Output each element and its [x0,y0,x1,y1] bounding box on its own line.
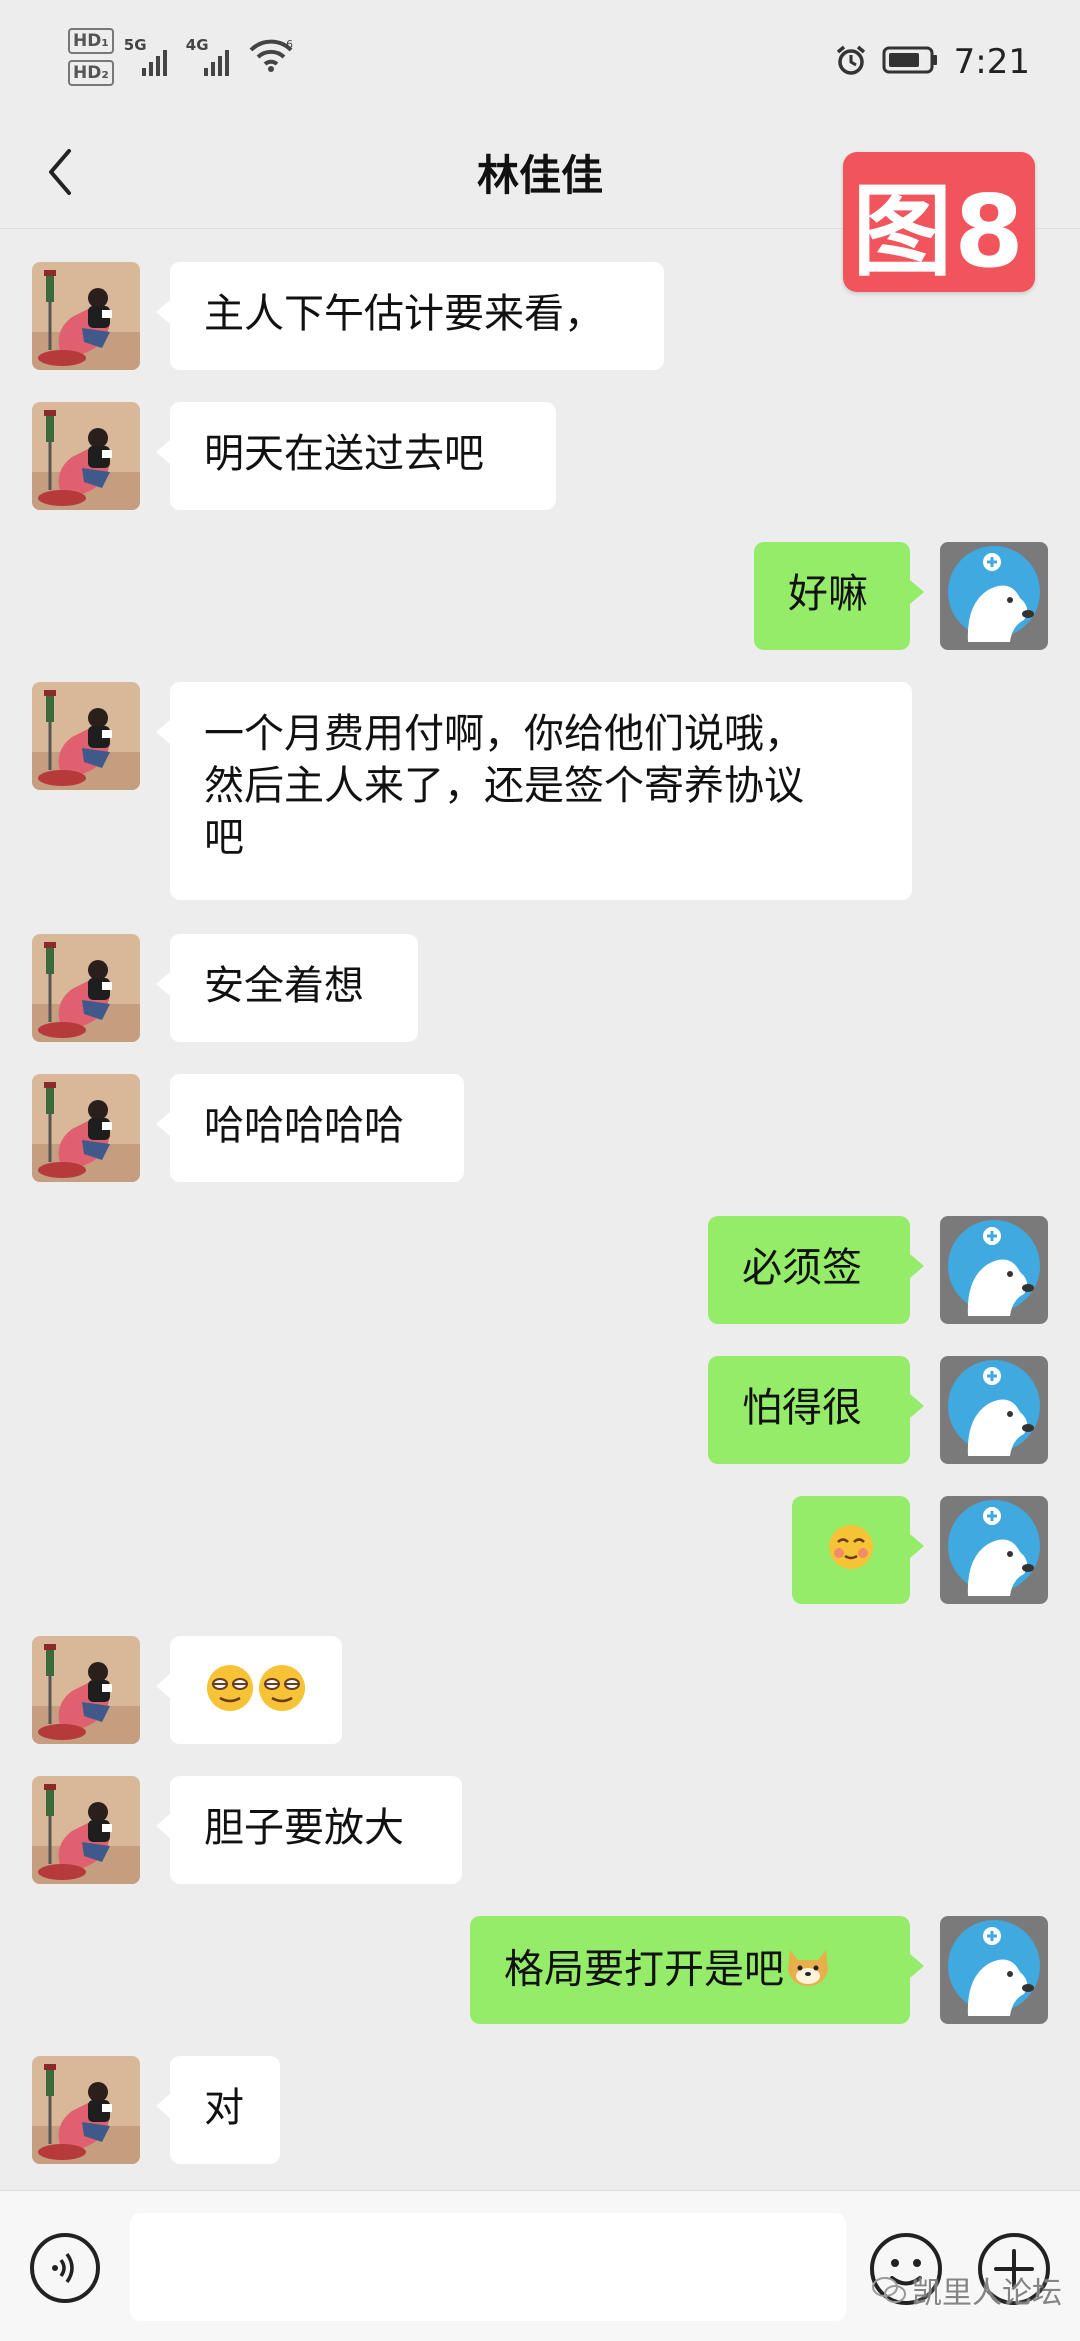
contact-avatar[interactable] [32,1636,140,1744]
message-text: 格局要打开是吧 [504,1946,784,1993]
message-text: 好嘛 [788,571,868,617]
message-text: 主人下午估计要来看， [204,291,604,337]
alarm-icon [834,43,868,81]
contact-avatar[interactable] [32,402,140,510]
outgoing-message: 必须签 [0,1216,1080,1324]
hd-indicators: HD₁ HD₂ [68,28,114,86]
contact-avatar[interactable] [32,1074,140,1182]
incoming-message: 安全着想 [0,934,1080,1042]
message-bubble[interactable]: 格局要打开是吧 [470,1916,924,2024]
wechat-logo-icon [872,2277,906,2303]
signal-4g-icon: 4G [186,36,238,76]
contact-avatar[interactable] [32,2056,140,2164]
my-avatar[interactable] [940,542,1048,650]
incoming-message: 主人下午估计要来看， [0,262,1080,370]
message-bubble[interactable]: 一个月费用付啊，你给他们说哦， 然后主人来了，还是签个寄养协议 吧 [156,682,912,900]
message-bubble[interactable]: 哈哈哈哈哈 [156,1074,464,1182]
message-bubble[interactable]: 明天在送过去吧 [156,402,556,510]
battery-icon [882,45,940,79]
incoming-message: 明天在送过去吧 [0,402,1080,510]
outgoing-message: 好嘛 [0,542,1080,650]
watermark-text: 凯里人论坛 [912,2276,1062,2311]
contact-avatar[interactable] [32,934,140,1042]
my-avatar[interactable] [940,1356,1048,1464]
voice-button[interactable] [28,2231,102,2305]
message-bubble[interactable]: 胆子要放大 [156,1776,462,1884]
svg-text:6: 6 [286,38,293,51]
message-bubble[interactable] [156,1636,342,1744]
status-left: HD₁ HD₂ 5G 4G 6 [68,28,294,86]
message-text: 对 [204,2085,244,2131]
contact-avatar[interactable] [32,682,140,790]
voice-icon [30,2233,100,2303]
hd2-badge: HD₂ [68,60,114,86]
message-text: 怕得很 [742,1385,862,1431]
input-bar [0,2190,1080,2341]
outgoing-message [0,1496,1080,1604]
incoming-message: 胆子要放大 [0,1776,1080,1884]
message-text: 安全着想 [204,963,364,1009]
message-bubble[interactable]: 怕得很 [708,1356,924,1464]
message-bubble[interactable] [792,1496,924,1604]
message-text: 明天在送过去吧 [204,431,484,477]
message-text: 必须签 [742,1245,862,1291]
status-bar: HD₁ HD₂ 5G 4G 6 7:21 [0,0,1080,118]
message-bubble[interactable]: 对 [156,2056,280,2164]
my-avatar[interactable] [940,1496,1048,1604]
status-right: 7:21 [834,42,1030,82]
message-input[interactable] [130,2213,846,2321]
outgoing-message: 格局要打开是吧 [0,1916,1080,2024]
message-bubble[interactable]: 安全着想 [156,934,418,1042]
my-avatar[interactable] [940,1916,1048,2024]
incoming-message [0,1636,1080,1744]
message-bubble[interactable]: 好嘛 [754,542,924,650]
squint-face-emoji [204,1662,308,1727]
clock-time: 7:21 [953,42,1030,82]
incoming-message: 对 [0,2056,1080,2164]
message-bubble[interactable]: 主人下午估计要来看， [156,262,664,370]
signal-5g-icon: 5G [124,36,176,76]
message-text: 哈哈哈哈哈 [204,1103,404,1149]
message-text: 胆子要放大 [204,1805,404,1851]
doge-emoji [784,1942,832,2001]
incoming-message: 一个月费用付啊，你给他们说哦， 然后主人来了，还是签个寄养协议 吧 [0,682,1080,900]
outgoing-message: 怕得很 [0,1356,1080,1464]
contact-avatar[interactable] [32,262,140,370]
contact-avatar[interactable] [32,1776,140,1884]
wifi-icon: 6 [248,38,294,78]
my-avatar[interactable] [940,1216,1048,1324]
message-bubble[interactable]: 必须签 [708,1216,924,1324]
hd1-badge: HD₁ [68,28,114,54]
message-text: 一个月费用付啊，你给他们说哦， 然后主人来了，还是签个寄养协议 吧 [204,711,804,861]
blush-face-emoji [826,1522,876,1585]
incoming-message: 哈哈哈哈哈 [0,1074,1080,1182]
forum-watermark: 凯里人论坛 [872,2268,1062,2312]
